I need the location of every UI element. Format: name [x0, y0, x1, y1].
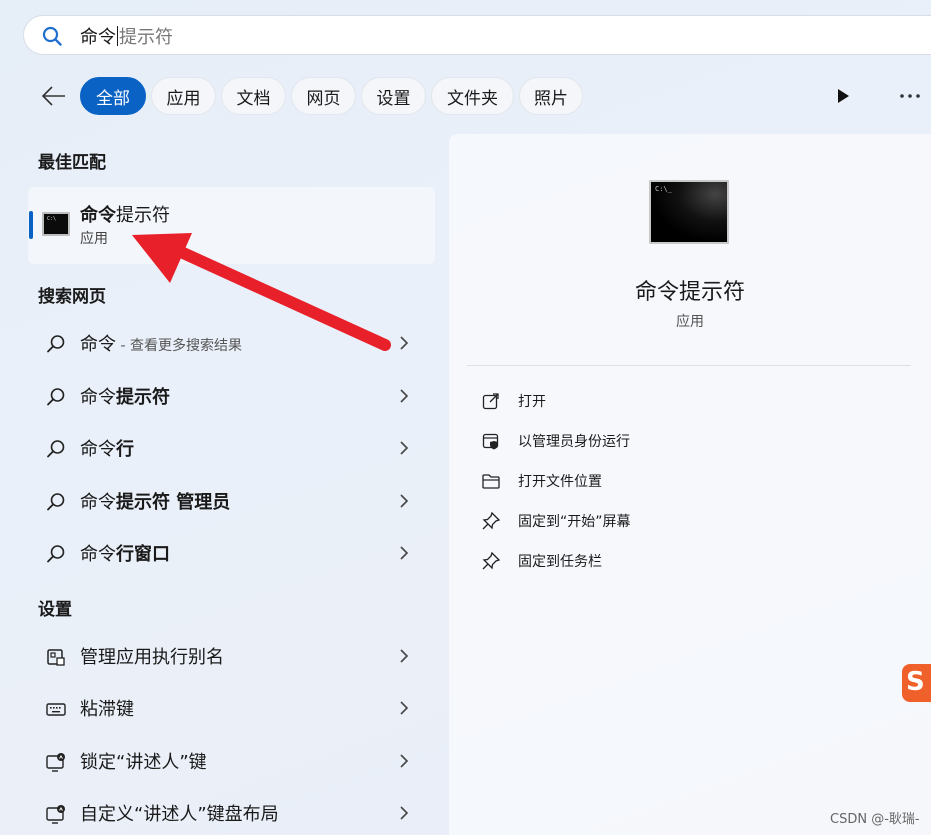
narrator-keyboard-icon	[46, 805, 65, 824]
run-as-admin-icon	[482, 433, 499, 450]
action-label: 固定到“开始”屏幕	[518, 514, 631, 530]
keyboard-icon	[46, 703, 66, 716]
settings-result-label: 锁定“讲述人”键	[80, 752, 207, 773]
pin-icon	[482, 511, 501, 530]
section-title-best-match: 最佳匹配	[38, 153, 106, 173]
web-result-text: 命令行	[80, 435, 134, 461]
web-result-row[interactable]: 命令行窗口	[38, 533, 428, 573]
filter-chip-apps[interactable]: 应用	[151, 77, 216, 115]
filter-chip-documents[interactable]: 文档	[221, 77, 286, 115]
filter-chip-label: 网页	[306, 88, 341, 109]
filter-chip-label: 全部	[96, 88, 130, 109]
filter-chip-all[interactable]: 全部	[80, 77, 146, 115]
search-suggestion-text: 提示符	[119, 27, 173, 48]
command-prompt-large-icon: C:\_	[649, 180, 729, 244]
filter-chip-label: 照片	[534, 88, 568, 109]
settings-result-label: 自定义“讲述人”键盘布局	[80, 804, 279, 825]
chevron-right-icon	[400, 806, 409, 820]
more-options-icon[interactable]	[898, 86, 922, 106]
completion-text: 行窗口	[116, 544, 170, 565]
search-typed-text: 命令	[80, 27, 116, 48]
best-match-title-bold: 命令	[80, 205, 116, 226]
open-icon	[482, 393, 499, 410]
filter-chip-label: 应用	[166, 88, 201, 109]
web-result-text: 命令行窗口	[80, 540, 170, 566]
action-label: 打开文件位置	[518, 474, 602, 490]
filter-chip-photos[interactable]: 照片	[519, 77, 583, 115]
settings-result-row[interactable]: 自定义“讲述人”键盘布局	[38, 793, 428, 833]
settings-result-row[interactable]: 粘滞键	[38, 688, 428, 728]
chevron-right-icon	[400, 546, 409, 560]
divider	[467, 365, 911, 366]
web-result-row[interactable]: 命令提示符 管理员	[38, 481, 428, 521]
search-icon	[47, 335, 65, 353]
section-title-web: 搜索网页	[38, 287, 106, 307]
filter-chip-label: 文件夹	[447, 88, 498, 109]
settings-result-label: 管理应用执行别名	[80, 647, 224, 668]
detail-panel: C:\_ 命令提示符 应用 打开 以管理员身份运行 打开文件位置 固定到“开始”…	[449, 134, 931, 835]
chevron-right-icon	[400, 754, 409, 768]
action-label: 打开	[518, 394, 546, 410]
settings-result-label: 粘滞键	[80, 699, 134, 720]
filter-chip-folders[interactable]: 文件夹	[431, 77, 514, 115]
folder-icon	[482, 474, 500, 489]
chevron-right-icon	[400, 441, 409, 455]
command-prompt-icon: C:\	[42, 212, 70, 236]
web-result-text: 命令提示符 管理员	[80, 488, 230, 514]
narrator-lock-icon	[46, 753, 65, 772]
best-match-subtitle: 应用	[80, 231, 108, 247]
settings-result-row[interactable]: 管理应用执行别名	[38, 636, 428, 676]
pin-icon	[482, 551, 501, 570]
completion-text: 提示符	[116, 387, 170, 408]
search-input[interactable]: 命令 提示符	[80, 24, 680, 48]
best-match-title-rest: 提示符	[116, 205, 170, 226]
red-annotation-arrow	[132, 233, 391, 351]
completion-text: 提示符 管理员	[116, 492, 231, 513]
web-result-row[interactable]: 命令提示符	[38, 376, 428, 416]
section-title-settings: 设置	[38, 600, 72, 620]
completion-text: 行	[116, 439, 134, 460]
filter-chip-label: 设置	[376, 88, 411, 109]
filter-chip-settings[interactable]: 设置	[361, 77, 426, 115]
web-result-text: 命令提示符	[80, 383, 170, 409]
detail-title: 命令提示符	[634, 280, 745, 305]
query-text: 命令	[80, 544, 116, 565]
chevron-right-icon	[400, 494, 409, 508]
settings-result-row[interactable]: 锁定“讲述人”键	[38, 741, 428, 781]
filter-chip-label: 文档	[236, 88, 271, 109]
search-box[interactable]: 命令 提示符	[23, 15, 931, 55]
best-match-title: 命令提示符	[80, 201, 170, 227]
app-alias-icon	[47, 649, 65, 666]
chevron-right-icon	[400, 701, 409, 715]
query-text: 命令	[80, 334, 116, 355]
web-result-row[interactable]: 命令行	[38, 428, 428, 468]
search-icon	[47, 440, 65, 458]
search-icon	[47, 545, 65, 563]
prompt-glyph: C:\_	[655, 185, 672, 193]
sogou-ime-icon[interactable]: S	[902, 664, 931, 702]
search-icon	[47, 493, 65, 511]
prompt-glyph: C:\	[47, 216, 57, 222]
action-label: 固定到任务栏	[518, 554, 602, 570]
selection-indicator	[29, 211, 33, 239]
back-arrow-icon[interactable]	[38, 82, 70, 110]
action-label: 以管理员身份运行	[518, 434, 630, 450]
chevron-right-icon	[400, 389, 409, 403]
query-text: 命令	[80, 387, 116, 408]
query-text: 命令	[80, 439, 116, 460]
text-caret	[117, 26, 118, 46]
search-icon	[47, 388, 65, 406]
search-icon	[42, 26, 62, 46]
chevron-right-icon	[400, 649, 409, 663]
filter-chip-web[interactable]: 网页	[291, 77, 356, 115]
detail-subtitle: 应用	[676, 314, 704, 330]
more-filters-play-icon[interactable]	[833, 86, 853, 106]
query-text: 命令	[80, 492, 116, 513]
watermark: CSDN @-耿瑞-	[830, 812, 920, 827]
